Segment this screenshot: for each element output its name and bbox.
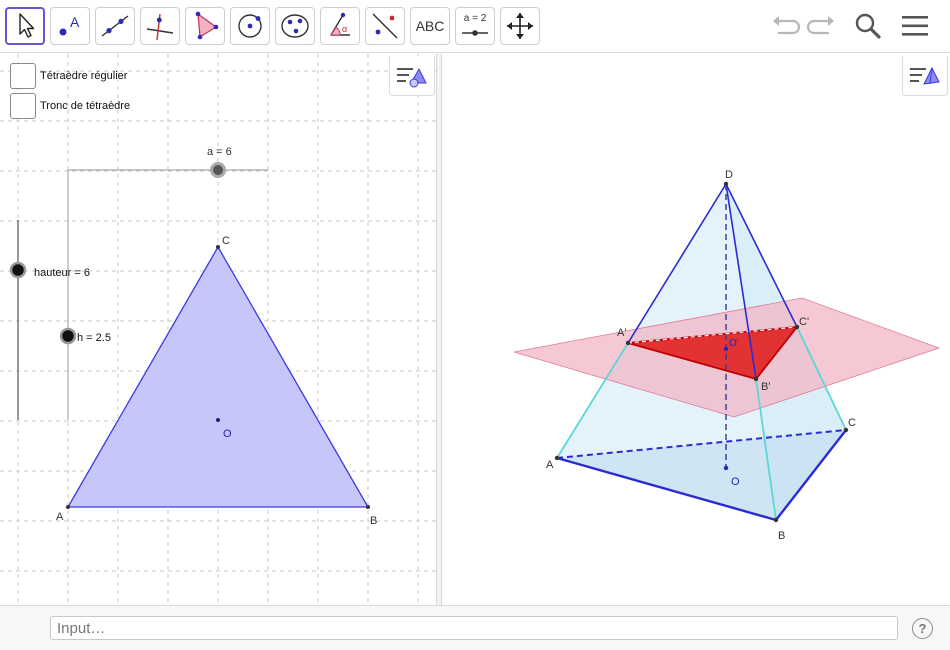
perpendicular-line-icon: [146, 13, 174, 41]
cursor-arrow-icon: [19, 13, 35, 38]
graphics-2d-canvas[interactable]: a = 6 hauteur = 6 h = 2.5 A B C O: [0, 54, 436, 605]
slider-hauteur-label: hauteur = 6: [34, 267, 90, 279]
move-tool-button[interactable]: [5, 7, 45, 45]
polygon-tool-button[interactable]: [185, 7, 225, 45]
slider-h-handle[interactable]: [59, 327, 77, 345]
label-a-2d: A: [56, 511, 64, 523]
help-icon: ?: [918, 621, 927, 636]
checkbox-label: Tétraèdre régulier: [40, 70, 128, 82]
label-c-2d: C: [222, 235, 230, 247]
toolbar: A α ABC a = 2: [0, 0, 950, 53]
point-o-3d[interactable]: [723, 465, 729, 471]
slider-tool-button[interactable]: a = 2: [455, 7, 495, 45]
algebra-input-field[interactable]: [50, 616, 898, 640]
label-o-2d: O: [223, 428, 232, 440]
point-a1-3d[interactable]: [625, 340, 631, 346]
circle-tool-button[interactable]: [230, 7, 270, 45]
label-o1-3d: O': [729, 338, 739, 349]
perpendicular-tool-button[interactable]: [140, 7, 180, 45]
label-b-2d: B: [370, 515, 377, 527]
point-b-3d[interactable]: [773, 517, 779, 523]
move-graphics-view-icon: [507, 13, 533, 39]
reflect-line-icon: [372, 13, 398, 39]
point-icon: A: [59, 14, 80, 36]
point-b1-3d[interactable]: [753, 376, 759, 382]
angle-icon: α: [330, 12, 350, 36]
hamburger-menu-icon: [902, 16, 928, 36]
graphics-view-2d[interactable]: a = 6 hauteur = 6 h = 2.5 A B C O Tétraè…: [0, 54, 436, 605]
line-through-points-icon: [101, 15, 129, 37]
label-b1-3d: B': [761, 381, 770, 393]
graphics-style-icon: [397, 67, 427, 87]
graphics-3d-canvas[interactable]: D A B C O A' B' C' O': [442, 54, 950, 605]
label-d-3d: D: [725, 169, 733, 181]
polygon-icon: [195, 11, 219, 40]
circle-center-point-icon: [238, 14, 262, 38]
checkbox-box[interactable]: [10, 63, 36, 89]
slider-a-handle[interactable]: [210, 162, 226, 178]
input-help-button[interactable]: ?: [912, 618, 933, 639]
input-bar: ?: [0, 605, 950, 650]
point-tool-letter: A: [70, 14, 80, 30]
style-bar-toggle-2d[interactable]: [389, 56, 435, 96]
search-icon: [855, 13, 881, 39]
slider-tool-label: a = 2: [463, 13, 487, 24]
checkbox-tronc-tetraedre[interactable]: Tronc de tétraèdre: [10, 93, 130, 119]
circle-three-points-icon: [281, 14, 309, 38]
label-c-3d: C: [848, 417, 856, 429]
point-a-2d[interactable]: [66, 505, 70, 509]
undo-button[interactable]: [768, 10, 802, 42]
reflect-tool-button[interactable]: [365, 7, 405, 45]
point-a-3d[interactable]: [554, 455, 560, 461]
label-a1-3d: A': [617, 327, 626, 339]
text-icon: ABC: [415, 18, 445, 34]
angle-tool-symbol: α: [342, 24, 347, 34]
slider-h-label: h = 2.5: [77, 332, 111, 344]
angle-tool-button[interactable]: α: [320, 7, 360, 45]
undo-icon: [773, 16, 801, 35]
text-tool-button[interactable]: ABC: [410, 7, 450, 45]
geogebra-app: A α ABC a = 2 a = 6 hauteur = 6 h = 2.5 …: [0, 0, 950, 650]
search-button[interactable]: [851, 10, 885, 42]
label-b-3d: B: [778, 530, 785, 542]
slider-a-label: a = 6: [207, 146, 232, 158]
point-b-2d[interactable]: [366, 505, 370, 509]
conic-tool-button[interactable]: [275, 7, 315, 45]
style-bar-toggle-3d[interactable]: [902, 56, 948, 96]
redo-button[interactable]: [805, 10, 839, 42]
label-a-3d: A: [546, 459, 554, 471]
point-tool-button[interactable]: A: [50, 7, 90, 45]
checkbox-tetraedre-regulier[interactable]: Tétraèdre régulier: [10, 63, 127, 89]
line-tool-button[interactable]: [95, 7, 135, 45]
main-menu-button[interactable]: [898, 10, 932, 42]
checkbox-box[interactable]: [10, 93, 36, 119]
triangle-abc[interactable]: [66, 245, 370, 508]
point-o-2d[interactable]: [216, 418, 220, 422]
label-o-3d: O: [731, 476, 740, 488]
point-d-3d[interactable]: [723, 181, 729, 187]
graphics-view-3d[interactable]: D A B C O A' B' C' O': [442, 54, 950, 605]
label-c1-3d: C': [799, 316, 809, 328]
checkbox-label: Tronc de tétraèdre: [40, 100, 131, 112]
point-c-2d[interactable]: [216, 245, 220, 249]
redo-icon: [806, 16, 834, 35]
point-o1-3d[interactable]: [724, 347, 728, 351]
graphics-3d-style-icon: [910, 66, 940, 85]
move-view-tool-button[interactable]: [500, 7, 540, 45]
slider-hauteur-handle[interactable]: [9, 261, 27, 279]
